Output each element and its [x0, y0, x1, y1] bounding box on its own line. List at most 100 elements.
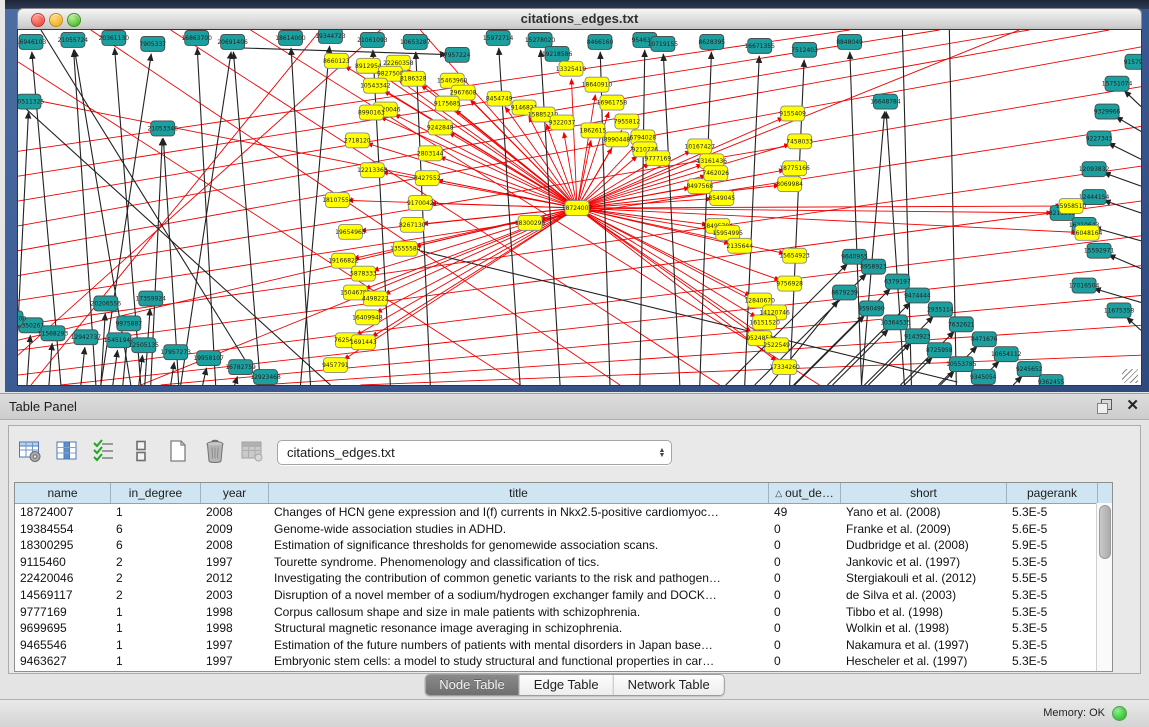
graph-edge[interactable]: [113, 350, 118, 385]
table-cell[interactable]: Corpus callosum shape and size in male p…: [269, 604, 769, 621]
table-cell[interactable]: 1997: [201, 637, 269, 654]
table-row[interactable]: 1830029562008Estimation of significance …: [15, 537, 1112, 554]
tab-edge-table[interactable]: Edge Table: [520, 675, 614, 695]
graph-edge[interactable]: [27, 335, 30, 385]
table-cell[interactable]: 1997: [201, 653, 269, 670]
graph-edge[interactable]: [171, 362, 174, 385]
graph-node[interactable]: 16863700: [181, 30, 212, 45]
graph-node[interactable]: 10653287: [400, 34, 431, 49]
graph-node[interactable]: 1691443: [350, 335, 377, 350]
float-panel-button[interactable]: [1096, 398, 1113, 415]
graph-node[interactable]: 18640910: [582, 77, 613, 92]
graph-node[interactable]: 9590490: [858, 301, 885, 316]
graph-edge[interactable]: [886, 112, 904, 385]
table-cell[interactable]: 5.3E-5: [1007, 604, 1098, 621]
table-selector-dropdown[interactable]: citations_edges.txt ▲▼: [277, 440, 672, 465]
graph-node[interactable]: 8549045: [708, 191, 735, 206]
graph-node[interactable]: 9457791: [322, 358, 349, 373]
graph-node[interactable]: 16648784: [870, 94, 901, 109]
table-cell[interactable]: Hescheler et al. (1997): [841, 653, 1007, 670]
table-cell[interactable]: 5.6E-5: [1007, 521, 1098, 538]
graph-edge[interactable]: [577, 208, 785, 254]
graph-node[interactable]: 11675358: [1104, 303, 1135, 318]
column-header-title[interactable]: title: [269, 483, 769, 503]
graph-node[interactable]: 8628395: [698, 34, 725, 49]
graph-node[interactable]: 8990448: [604, 132, 631, 147]
graph-node[interactable]: 8466160: [587, 34, 614, 49]
graph-node[interactable]: 13325419: [556, 61, 587, 76]
graph-node[interactable]: 2803144: [417, 146, 444, 161]
table-cell[interactable]: 5.3E-5: [1007, 504, 1098, 521]
table-cell[interactable]: 0: [769, 570, 841, 587]
graph-node[interactable]: 18107554: [322, 193, 353, 208]
graph-edge[interactable]: [101, 313, 105, 385]
close-panel-button[interactable]: ✕: [1126, 396, 1139, 414]
graph-node[interactable]: 7905337: [139, 36, 166, 51]
graph-node[interactable]: 17957273: [160, 345, 191, 360]
graph-edge[interactable]: [233, 52, 260, 385]
graph-node[interactable]: 17016504: [1069, 278, 1100, 293]
graph-node[interactable]: 7512403: [791, 42, 818, 57]
graph-edge[interactable]: [850, 52, 862, 385]
column-header-pagerank[interactable]: pagerank: [1007, 483, 1098, 503]
table-cell[interactable]: 9465546: [15, 637, 111, 654]
table-cell[interactable]: 2009: [201, 521, 269, 538]
table-cell[interactable]: 9115460: [15, 554, 111, 571]
graph-node[interactable]: 9143923: [904, 329, 931, 344]
graph-node[interactable]: 7632621: [948, 317, 975, 332]
graph-node[interactable]: 9157966: [1124, 54, 1141, 69]
table-row[interactable]: 946362711997Embryonic stem cells: a mode…: [15, 653, 1112, 670]
graph-edge[interactable]: [81, 347, 85, 385]
graph-node[interactable]: 8454749: [486, 91, 513, 106]
table-cell[interactable]: 2008: [201, 537, 269, 554]
table-cell[interactable]: 14569117: [15, 587, 111, 604]
table-cell[interactable]: Wolkin et al. (1998): [841, 620, 1007, 637]
graph-node[interactable]: 19218586: [542, 46, 573, 61]
graph-edge[interactable]: [1013, 376, 1022, 385]
graph-node[interactable]: 9474444: [904, 288, 931, 303]
table-cell[interactable]: 2003: [201, 587, 269, 604]
table-cell[interactable]: Yano et al. (2008): [841, 504, 1007, 521]
column-visibility-button[interactable]: [54, 438, 80, 464]
graph-node[interactable]: 2135644: [726, 238, 753, 253]
table-cell[interactable]: 0: [769, 554, 841, 571]
table-cell[interactable]: 9463627: [15, 653, 111, 670]
graph-node[interactable]: 12213363: [357, 163, 388, 178]
graph-node[interactable]: 7957224: [444, 47, 471, 62]
table-cell[interactable]: 1: [111, 620, 201, 637]
graph-node[interactable]: 9777169: [645, 151, 672, 166]
tab-node-table[interactable]: Node Table: [425, 675, 520, 695]
graph-node[interactable]: 19654963: [335, 224, 366, 239]
canvas-resize-grip-icon[interactable]: [1122, 369, 1138, 383]
graph-node[interactable]: 9170042: [407, 196, 434, 211]
graph-node[interactable]: 8990163: [358, 105, 385, 120]
table-cell[interactable]: 5.5E-5: [1007, 570, 1098, 587]
table-cell[interactable]: 9699695: [15, 620, 111, 637]
table-cell[interactable]: Structural magnetic resonance image aver…: [269, 620, 769, 637]
table-cell[interactable]: 5.3E-5: [1007, 587, 1098, 604]
graph-node[interactable]: 16151520: [749, 315, 780, 330]
table-cell[interactable]: 18300295: [15, 537, 111, 554]
table-cell[interactable]: 0: [769, 604, 841, 621]
graph-edge[interactable]: [291, 48, 310, 385]
graph-node[interactable]: 18300295: [515, 215, 546, 230]
graph-node[interactable]: 19344723: [315, 30, 346, 43]
graph-node[interactable]: 8471676: [971, 332, 998, 347]
table-cell[interactable]: 1: [111, 504, 201, 521]
row-selection-button[interactable]: [91, 438, 117, 464]
graph-node[interactable]: 16409948: [352, 310, 383, 325]
tab-network-table[interactable]: Network Table: [614, 675, 724, 695]
graph-node[interactable]: 8725958: [926, 343, 953, 358]
graph-node[interactable]: 16048164: [1072, 225, 1103, 240]
graph-node[interactable]: 12923468: [250, 370, 281, 385]
graph-node[interactable]: 10553785: [946, 357, 977, 372]
graph-node[interactable]: 11568293: [38, 326, 69, 341]
graph-node[interactable]: 21053346: [148, 121, 179, 136]
graph-edge[interactable]: [577, 206, 1061, 208]
graph-node[interactable]: 9242848: [427, 120, 454, 135]
table-cell[interactable]: 5.3E-5: [1007, 620, 1098, 637]
table-row[interactable]: 911546021997Tourette syndrome. Phenomeno…: [15, 554, 1112, 571]
table-cell[interactable]: 0: [769, 653, 841, 670]
graph-edge[interactable]: [203, 368, 207, 385]
graph-edge[interactable]: [577, 185, 780, 208]
